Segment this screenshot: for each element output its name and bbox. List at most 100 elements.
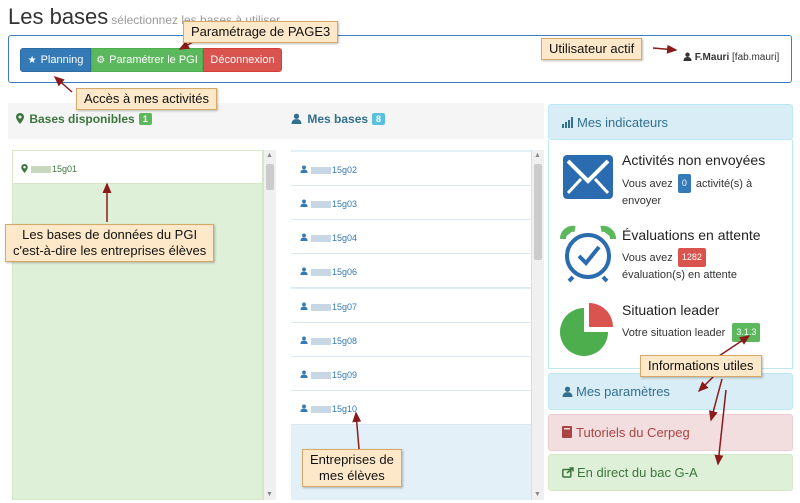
leader-label: Votre situation leader bbox=[622, 327, 726, 339]
redacted-name bbox=[311, 235, 331, 242]
user-icon bbox=[300, 302, 308, 310]
callout-companies-line1: Entreprises de bbox=[310, 452, 394, 467]
list-item[interactable]: 15g02 bbox=[291, 152, 531, 186]
user-icon bbox=[291, 113, 302, 124]
activities-count-badge: 0 bbox=[677, 174, 691, 193]
list-item[interactable]: 15g09 bbox=[291, 357, 531, 391]
redacted-name bbox=[31, 166, 51, 173]
available-bases-list: 15g01 bbox=[12, 150, 263, 500]
user-icon bbox=[300, 370, 308, 378]
redacted-name bbox=[311, 304, 331, 311]
my-bases-count-badge: 8 bbox=[372, 113, 386, 125]
user-icon bbox=[300, 233, 308, 241]
callout-useful-info: Informations utiles bbox=[640, 355, 762, 377]
map-marker-icon bbox=[16, 113, 24, 124]
callout-companies: Entreprises de mes élèves bbox=[302, 449, 402, 487]
evaluations-suffix: évaluation(s) en attente bbox=[622, 269, 737, 281]
redacted-name bbox=[311, 372, 331, 379]
available-bases-title: Bases disponibles 1 bbox=[16, 112, 152, 126]
user-icon bbox=[683, 52, 692, 61]
list-item[interactable]: 15g10 bbox=[291, 391, 531, 425]
available-bases-label: Bases disponibles bbox=[29, 112, 135, 126]
my-bases-title: Mes bases 8 bbox=[291, 112, 386, 126]
callout-databases: Les bases de données du PGI c'est-à-dire… bbox=[5, 224, 215, 262]
available-count-badge: 1 bbox=[138, 113, 152, 125]
evaluations-prefix: Vous avez bbox=[622, 252, 673, 264]
my-bases-label: Mes bases bbox=[307, 112, 369, 126]
available-scrollbar[interactable]: ▲ ▼ bbox=[263, 150, 276, 500]
base-code: 15g01 bbox=[52, 164, 78, 174]
redacted-name bbox=[311, 269, 331, 276]
share-icon bbox=[562, 467, 574, 478]
active-user: F.Mauri [fab.mauri] bbox=[683, 52, 779, 63]
base-code: 15g03 bbox=[332, 199, 358, 209]
pgi-settings-button[interactable]: ⚙ Paramétrer le PGI bbox=[91, 48, 203, 72]
logout-label: Déconnexion bbox=[210, 54, 275, 66]
scroll-thumb[interactable] bbox=[266, 164, 274, 190]
redacted-name bbox=[311, 167, 331, 174]
page-title-text: Les bases bbox=[8, 4, 109, 29]
list-item[interactable]: 15g08 bbox=[291, 323, 531, 357]
user-icon bbox=[300, 404, 308, 412]
base-code: 15g04 bbox=[332, 233, 358, 243]
planning-label: Planning bbox=[40, 54, 84, 66]
pgi-label: Paramétrer le PGI bbox=[109, 54, 198, 66]
base-code: 15g08 bbox=[332, 336, 358, 346]
user-login: [fab.mauri] bbox=[732, 52, 780, 63]
base-code: 15g07 bbox=[332, 302, 358, 312]
star-icon: ★ bbox=[27, 54, 37, 66]
redacted-name bbox=[311, 201, 331, 208]
my-settings-panel[interactable]: Mes paramètres bbox=[548, 373, 793, 410]
callout-active-user: Utilisateur actif bbox=[541, 38, 643, 60]
base-code: 15g06 bbox=[332, 267, 358, 277]
leader-text: Votre situation leader 3.1.3 bbox=[622, 323, 787, 342]
scroll-up-icon[interactable]: ▲ bbox=[266, 152, 273, 159]
pie-chart-icon bbox=[560, 303, 613, 356]
list-item[interactable]: 15g07 bbox=[291, 289, 531, 323]
list-item[interactable]: 15g03 bbox=[291, 186, 531, 220]
callout-databases-line2: c'est-à-dire les entreprises élèves bbox=[13, 243, 207, 258]
map-marker-icon bbox=[21, 164, 28, 173]
my-settings-label: Mes paramètres bbox=[576, 384, 670, 399]
base-code: 15g10 bbox=[332, 404, 358, 414]
gear-icon: ⚙ bbox=[96, 54, 106, 66]
list-item[interactable]: 15g04 bbox=[291, 220, 531, 254]
user-icon bbox=[562, 386, 573, 397]
base-code: 15g02 bbox=[332, 165, 358, 175]
list-item[interactable]: 15g01 bbox=[13, 151, 262, 184]
evaluations-title: Évaluations en attente bbox=[622, 227, 761, 243]
planning-button[interactable]: ★ Planning bbox=[20, 48, 91, 72]
leader-title: Situation leader bbox=[622, 302, 720, 318]
tutorials-label: Tutoriels du Cerpeg bbox=[576, 425, 690, 440]
tutorials-panel[interactable]: Tutoriels du Cerpeg bbox=[548, 414, 793, 451]
redacted-name bbox=[311, 406, 331, 413]
evaluations-count-badge: 1282 bbox=[677, 248, 706, 267]
my-bases-scrollbar[interactable]: ▲ ▼ bbox=[531, 150, 544, 500]
callout-databases-line1: Les bases de données du PGI bbox=[22, 227, 198, 242]
bar-chart-icon bbox=[562, 117, 573, 128]
evaluations-text: Vous avez 1282 évaluation(s) en attente bbox=[622, 248, 782, 284]
my-bases-list: 15g02 15g03 15g04 15g06 15g07 15g08 15g0… bbox=[291, 150, 531, 500]
user-name: F.Mauri bbox=[694, 52, 730, 63]
user-icon bbox=[300, 267, 308, 275]
leader-version-badge: 3.1.3 bbox=[732, 323, 761, 342]
scroll-down-icon[interactable]: ▼ bbox=[534, 491, 541, 498]
user-icon bbox=[300, 336, 308, 344]
scroll-thumb[interactable] bbox=[534, 164, 542, 260]
scroll-up-icon[interactable]: ▲ bbox=[534, 152, 541, 159]
scroll-down-icon[interactable]: ▼ bbox=[266, 491, 273, 498]
base-code: 15g09 bbox=[332, 370, 358, 380]
alarm-clock-icon bbox=[560, 225, 616, 283]
callout-activities: Accès à mes activités bbox=[76, 88, 217, 110]
activities-text: Vous avez 0 activité(s) à envoyer bbox=[622, 174, 772, 210]
envelope-icon bbox=[563, 155, 613, 199]
book-icon bbox=[562, 426, 572, 438]
activities-prefix: Vous avez bbox=[622, 178, 673, 190]
user-icon bbox=[300, 165, 308, 173]
activities-title: Activités non envoyées bbox=[622, 152, 766, 168]
bac-live-panel[interactable]: En direct du bac G-A bbox=[548, 454, 793, 491]
list-item[interactable]: 15g06 bbox=[291, 254, 531, 288]
user-icon bbox=[300, 199, 308, 207]
indicators-header[interactable]: Mes indicateurs bbox=[548, 104, 793, 140]
logout-button[interactable]: Déconnexion bbox=[203, 48, 282, 72]
